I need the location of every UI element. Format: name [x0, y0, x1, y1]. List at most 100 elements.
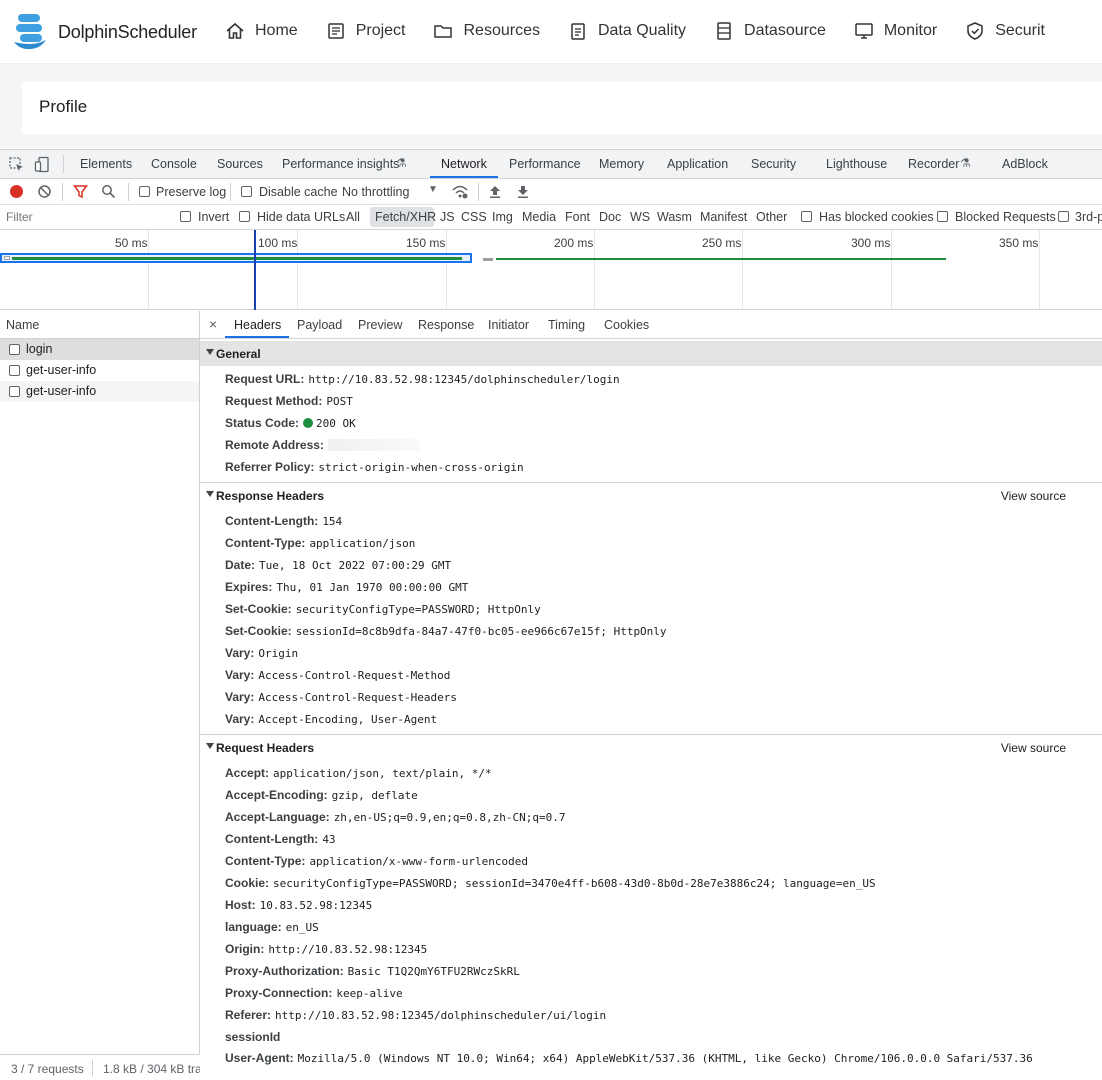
close-icon[interactable]: ×: [209, 316, 217, 332]
clear-icon[interactable]: [37, 184, 52, 199]
nav-item-security[interactable]: Securit: [965, 0, 1045, 62]
invert-checkbox[interactable]: [180, 211, 191, 222]
tab-cookies[interactable]: Cookies: [604, 318, 649, 332]
header-value[interactable]: Basic T1Q2QmY6TFU2RWczSkRL: [348, 965, 520, 978]
type-filter-font[interactable]: Font: [565, 210, 590, 224]
divider: [63, 155, 64, 173]
record-icon[interactable]: [10, 185, 23, 198]
third-party-checkbox[interactable]: [1058, 211, 1069, 222]
download-icon[interactable]: [516, 184, 530, 199]
type-filter-other[interactable]: Other: [756, 210, 787, 224]
has-blocked-cookies-checkbox[interactable]: [801, 211, 812, 222]
tab-performance[interactable]: Performance: [509, 157, 581, 171]
header-value[interactable]: http://10.83.52.98:12345/dolphinschedule…: [308, 373, 619, 386]
request-list-header[interactable]: Name: [0, 311, 199, 339]
type-filter-js[interactable]: JS: [440, 210, 455, 224]
tab-sources[interactable]: Sources: [217, 157, 263, 171]
header-value[interactable]: sessionId=8c8b9dfa-84a7-47f0-bc05-ee966c…: [296, 625, 667, 638]
tab-performance-insights[interactable]: Performance insights: [282, 157, 399, 171]
tab-initiator[interactable]: Initiator: [488, 318, 529, 332]
header-value[interactable]: Accept-Encoding, User-Agent: [258, 713, 437, 726]
header-value[interactable]: Mozilla/5.0 (Windows NT 10.0; Win64; x64…: [298, 1052, 1033, 1065]
tab-recorder[interactable]: Recorder: [908, 157, 959, 171]
tab-lighthouse[interactable]: Lighthouse: [826, 157, 887, 171]
tab-security[interactable]: Security: [751, 157, 796, 171]
header-value[interactable]: http://10.83.52.98:12345: [268, 943, 427, 956]
view-source-link[interactable]: View source: [1001, 489, 1066, 503]
header-value[interactable]: strict-origin-when-cross-origin: [318, 461, 523, 474]
header-value[interactable]: Thu, 01 Jan 1970 00:00:00 GMT: [276, 581, 468, 594]
nav-item-data-quality[interactable]: Data Quality: [568, 0, 686, 62]
timeline-handle[interactable]: [4, 256, 10, 260]
brand[interactable]: DolphinScheduler: [12, 12, 197, 52]
network-conditions-icon[interactable]: [451, 183, 469, 200]
header-value[interactable]: en_US: [286, 921, 319, 934]
header-value[interactable]: zh,en-US;q=0.9,en;q=0.8,zh-CN;q=0.7: [334, 811, 566, 824]
type-filter-all[interactable]: All: [346, 210, 360, 224]
header-value[interactable]: Access-Control-Request-Method: [258, 669, 450, 682]
nav-item-project[interactable]: Project: [326, 0, 405, 62]
hide-data-urls-checkbox[interactable]: [239, 211, 250, 222]
type-filter-wasm[interactable]: Wasm: [657, 210, 692, 224]
section-general-header[interactable]: General: [200, 341, 1102, 366]
header-value[interactable]: securityConfigType=PASSWORD; HttpOnly: [296, 603, 541, 616]
section-response-headers-header[interactable]: Response Headers View source: [200, 483, 1102, 508]
device-toolbar-icon[interactable]: [34, 156, 51, 173]
type-filter-media[interactable]: Media: [522, 210, 556, 224]
search-icon[interactable]: [101, 184, 116, 199]
type-filter-img[interactable]: Img: [492, 210, 513, 224]
disable-cache-checkbox[interactable]: [241, 186, 252, 197]
tab-adblock[interactable]: AdBlock: [1002, 157, 1048, 171]
type-filter-doc[interactable]: Doc: [599, 210, 621, 224]
tab-payload[interactable]: Payload: [297, 318, 342, 332]
header-value[interactable]: 154: [322, 515, 342, 528]
header-value[interactable]: http://10.83.52.98:12345/dolphinschedule…: [275, 1009, 606, 1022]
header-row: Referrer Policy: strict-origin-when-cross…: [225, 460, 524, 474]
tab-timing[interactable]: Timing: [548, 318, 585, 332]
header-value[interactable]: 43: [322, 833, 335, 846]
nav-item-resources[interactable]: Resources: [433, 0, 540, 62]
preserve-log-checkbox[interactable]: [139, 186, 150, 197]
tab-preview[interactable]: Preview: [358, 318, 402, 332]
upload-icon[interactable]: [488, 184, 502, 199]
tab-console[interactable]: Console: [151, 157, 197, 171]
header-value[interactable]: Tue, 18 Oct 2022 07:00:29 GMT: [259, 559, 451, 572]
header-value[interactable]: application/json: [309, 537, 415, 550]
header-value[interactable]: keep-alive: [336, 987, 402, 1000]
type-filter-fetch-xhr[interactable]: Fetch/XHR: [375, 210, 436, 224]
type-filter-manifest[interactable]: Manifest: [700, 210, 747, 224]
section-request-headers-header[interactable]: Request Headers View source: [200, 735, 1102, 760]
tab-memory[interactable]: Memory: [599, 157, 644, 171]
request-row[interactable]: login: [0, 339, 199, 360]
type-filter-css[interactable]: CSS: [461, 210, 487, 224]
network-timeline[interactable]: 50 ms 100 ms 150 ms 200 ms 250 ms 300 ms…: [0, 230, 1102, 310]
header-value[interactable]: application/x-www-form-urlencoded: [309, 855, 528, 868]
filter-icon[interactable]: [73, 184, 88, 199]
filter-input[interactable]: [0, 207, 168, 227]
nav-item-home[interactable]: Home: [225, 0, 298, 62]
header-value[interactable]: gzip, deflate: [332, 789, 418, 802]
blocked-requests-checkbox[interactable]: [937, 211, 948, 222]
header-value[interactable]: Origin: [258, 647, 298, 660]
view-source-link[interactable]: View source: [1001, 741, 1066, 755]
inspect-element-icon[interactable]: [8, 156, 25, 173]
tab-response[interactable]: Response: [418, 318, 474, 332]
throttling-select[interactable]: No throttling: [342, 185, 409, 199]
tab-elements[interactable]: Elements: [80, 157, 132, 171]
nav-item-monitor[interactable]: Monitor: [854, 0, 937, 62]
tab-network[interactable]: Network: [441, 157, 487, 171]
type-filter-ws[interactable]: WS: [630, 210, 650, 224]
header-value[interactable]: securityConfigType=PASSWORD; sessionId=3…: [273, 877, 876, 890]
timeline-load-marker: [254, 230, 256, 310]
page-title: Profile: [39, 97, 88, 116]
header-value[interactable]: POST: [326, 395, 353, 408]
header-value[interactable]: application/json, text/plain, */*: [273, 767, 492, 780]
header-value[interactable]: 200 OK: [303, 417, 356, 430]
request-row[interactable]: get-user-info: [0, 381, 199, 402]
header-value[interactable]: Access-Control-Request-Headers: [258, 691, 457, 704]
nav-item-datasource[interactable]: Datasource: [714, 0, 826, 62]
tab-application[interactable]: Application: [667, 157, 728, 171]
request-row[interactable]: get-user-info: [0, 360, 199, 381]
header-value[interactable]: 10.83.52.98:12345: [260, 899, 373, 912]
tab-headers[interactable]: Headers: [234, 318, 281, 332]
